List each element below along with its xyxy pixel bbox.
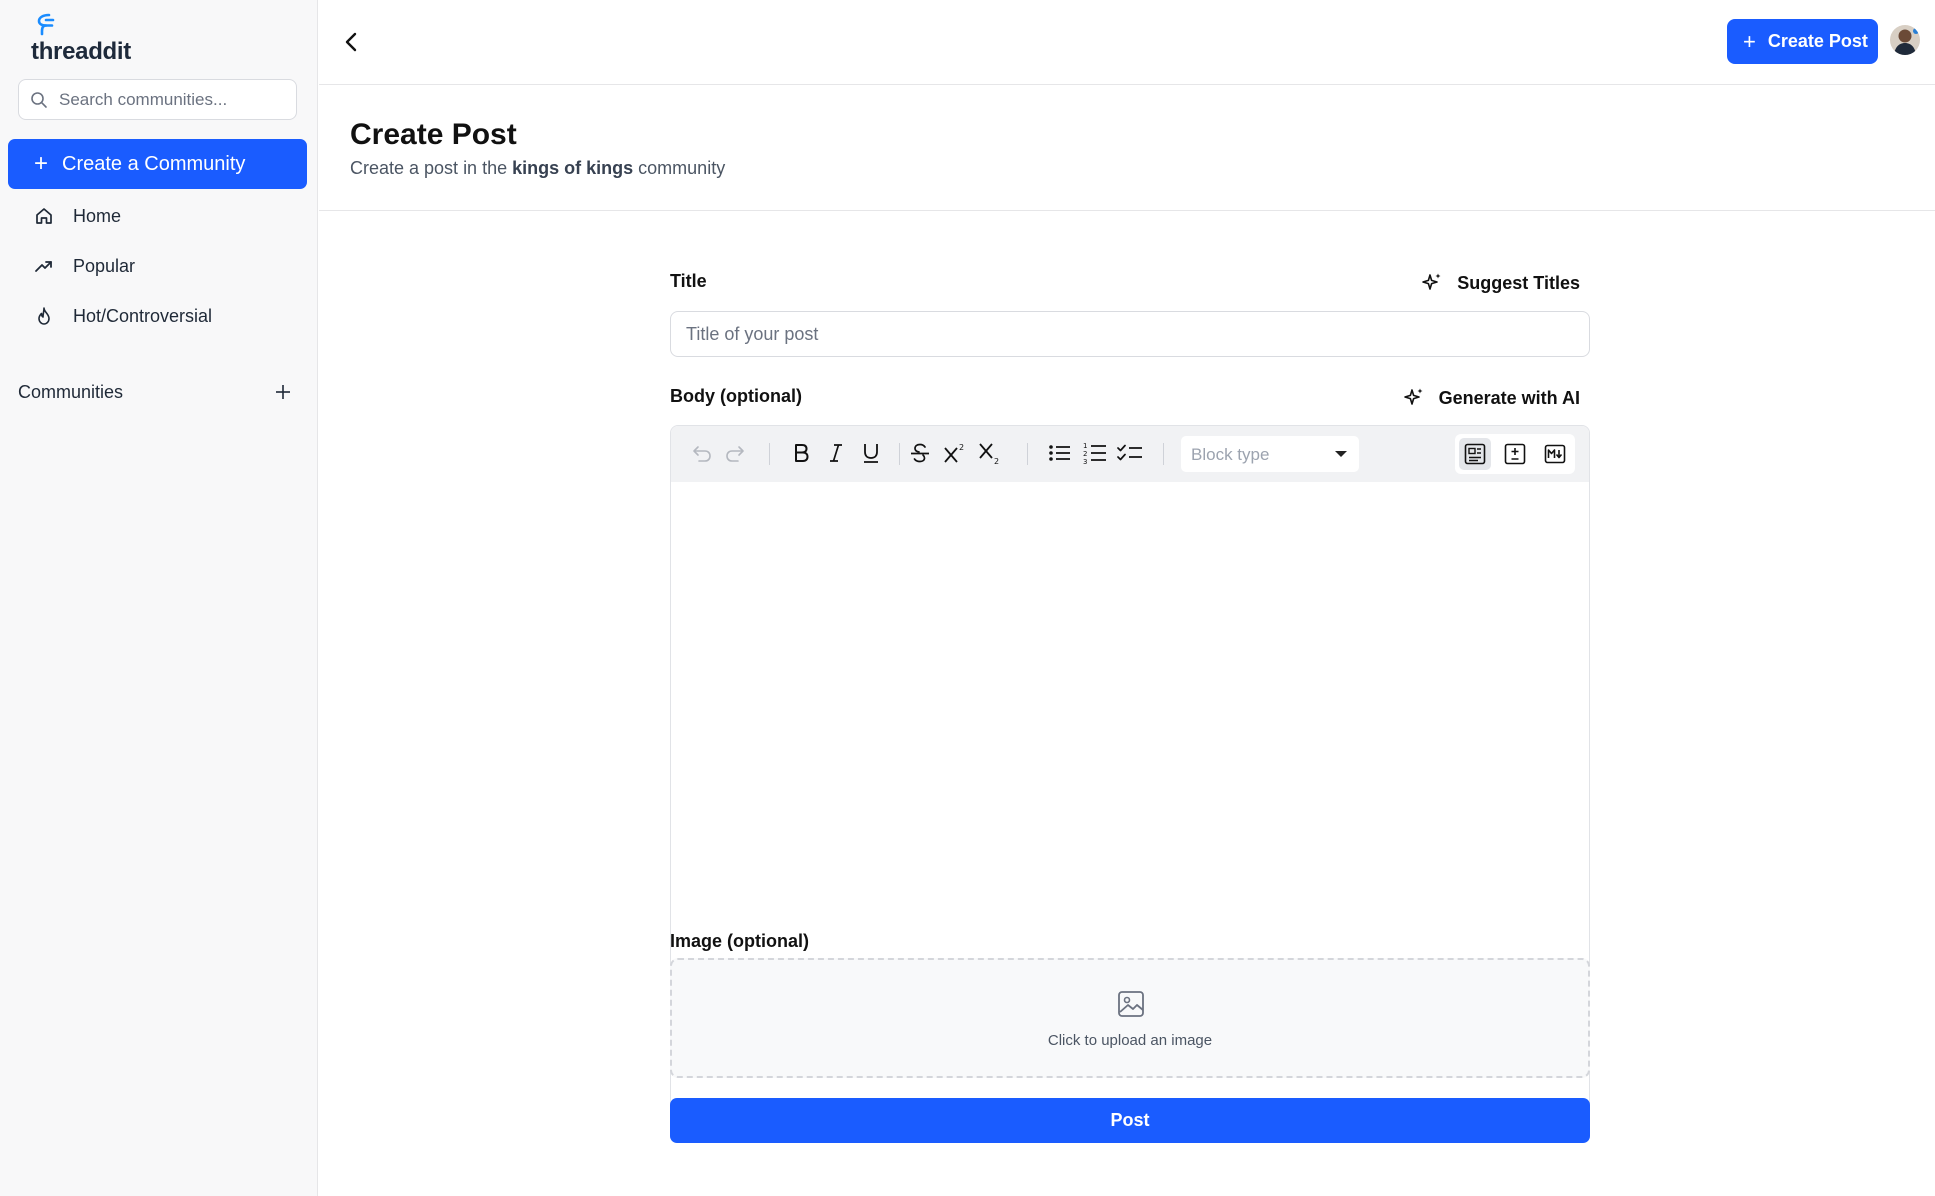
redo-icon	[726, 446, 744, 462]
undo-button[interactable]	[686, 438, 716, 468]
post-title-input[interactable]	[670, 311, 1590, 357]
sparkles-icon	[1403, 388, 1423, 405]
svg-text:2: 2	[994, 457, 999, 465]
toolbar-divider	[1027, 443, 1028, 465]
numbered-list-button[interactable]: 1 2 3	[1080, 438, 1110, 468]
toolbar-divider	[899, 443, 900, 465]
subscript-icon: 2	[979, 443, 999, 465]
diff-view-button[interactable]	[1499, 438, 1531, 470]
rich-text-icon	[1464, 443, 1486, 465]
community-search[interactable]	[18, 79, 297, 120]
strikethrough-button[interactable]	[905, 438, 935, 468]
logo-text: threaddit	[31, 38, 131, 65]
create-community-label: Create a Community	[62, 152, 246, 175]
markdown-view-button[interactable]	[1539, 438, 1571, 470]
user-avatar[interactable]	[1890, 25, 1920, 55]
strikethrough-icon	[911, 443, 929, 463]
undo-icon	[693, 446, 711, 462]
svg-text:2: 2	[959, 443, 964, 452]
bold-icon	[795, 444, 809, 462]
chevron-left-icon	[345, 32, 357, 52]
sparkles-icon	[1422, 273, 1441, 290]
generate-with-ai-button[interactable]: Generate with AI	[1403, 383, 1580, 413]
diff-icon	[1504, 443, 1526, 465]
redo-button[interactable]	[721, 438, 751, 468]
bold-button[interactable]	[786, 438, 816, 468]
image-icon	[1118, 991, 1144, 1017]
plus-icon: +	[1743, 28, 1756, 54]
subscript-button[interactable]: 2	[975, 438, 1005, 468]
sidebar-item-label: Hot/Controversial	[73, 305, 213, 326]
svg-text:3: 3	[1083, 458, 1087, 465]
create-post-label: Create Post	[1767, 31, 1868, 51]
image-upload-dropzone[interactable]: Click to upload an image	[670, 958, 1590, 1078]
plus-icon: +	[34, 150, 49, 177]
communities-section-header: Communities	[18, 377, 298, 407]
sidebar: threaddit + Create a Community Home Popu…	[0, 0, 318, 1196]
checklist-icon	[1117, 444, 1142, 461]
editor-view-toggle	[1455, 434, 1575, 474]
page-header: Create Post Create a post in the kings o…	[319, 86, 1935, 211]
back-button[interactable]	[335, 26, 367, 58]
search-icon	[31, 92, 47, 108]
threaddit-logo-icon	[37, 13, 55, 36]
image-label: Image (optional)	[670, 931, 809, 951]
generate-with-ai-label: Generate with AI	[1438, 387, 1580, 408]
home-icon	[36, 208, 52, 224]
markdown-icon	[1544, 444, 1566, 464]
block-type-select[interactable]: Block type	[1181, 436, 1359, 472]
sidebar-item-label: Popular	[73, 255, 136, 276]
svg-text:1: 1	[1083, 442, 1087, 450]
title-label: Title	[670, 271, 707, 291]
add-community-button[interactable]	[268, 377, 298, 407]
upload-label: Click to upload an image	[1047, 1032, 1213, 1049]
create-community-button[interactable]: + Create a Community	[8, 139, 307, 189]
community-name: kings of kings	[512, 158, 634, 178]
italic-button[interactable]	[821, 438, 851, 468]
numbered-list-icon: 1 2 3	[1083, 442, 1106, 465]
block-type-value: Block type	[1191, 445, 1270, 464]
suggest-titles-label: Suggest Titles	[1457, 272, 1580, 293]
sidebar-item-popular[interactable]: Popular	[0, 246, 318, 286]
suggest-titles-button[interactable]: Suggest Titles	[1421, 268, 1580, 298]
communities-label: Communities	[18, 381, 124, 402]
toolbar-divider	[769, 443, 770, 465]
checklist-button[interactable]	[1115, 438, 1145, 468]
superscript-button[interactable]: 2	[940, 438, 970, 468]
sidebar-item-label: Home	[73, 205, 122, 226]
caret-down-icon	[1335, 451, 1347, 457]
search-input[interactable]	[59, 88, 289, 112]
toolbar-divider	[1163, 443, 1164, 465]
plus-icon	[276, 385, 290, 399]
sidebar-item-hot-controversial[interactable]: Hot/Controversial	[0, 296, 318, 336]
page-subtitle: Create a post in the kings of kings comm…	[350, 158, 726, 178]
body-label: Body (optional)	[670, 386, 802, 406]
rich-text-view-button[interactable]	[1459, 438, 1491, 470]
post-submit-button[interactable]: Post	[670, 1098, 1590, 1143]
italic-icon	[830, 444, 842, 462]
flame-icon	[38, 307, 50, 325]
bullet-list-button[interactable]	[1045, 438, 1075, 468]
top-bar: + Create Post	[319, 0, 1935, 85]
create-post-button[interactable]: + Create Post	[1727, 19, 1878, 64]
underline-icon	[864, 444, 878, 463]
page-title: Create Post	[350, 118, 517, 151]
editor-toolbar: 2 2 1 2 3 Block type	[671, 426, 1589, 482]
svg-text:2: 2	[1083, 450, 1087, 458]
superscript-icon: 2	[944, 443, 964, 463]
avatar-image	[1890, 25, 1920, 55]
bullet-list-icon	[1049, 445, 1070, 461]
sidebar-item-home[interactable]: Home	[0, 196, 318, 236]
trending-icon	[35, 261, 52, 272]
underline-button[interactable]	[856, 438, 886, 468]
